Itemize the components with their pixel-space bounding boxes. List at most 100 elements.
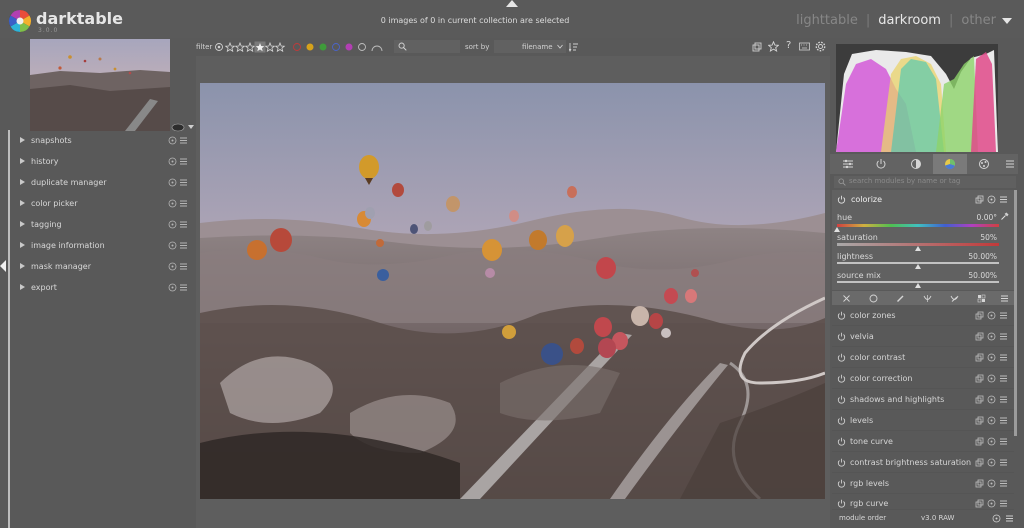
blend-off-icon[interactable] xyxy=(842,294,851,303)
slider-knob[interactable] xyxy=(915,246,921,251)
view-lighttable[interactable]: lighttable xyxy=(796,13,858,28)
module-color-picker[interactable]: color picker xyxy=(12,195,190,215)
module-tagging[interactable]: tagging xyxy=(12,216,190,236)
multi-instance-icon[interactable] xyxy=(975,437,984,446)
power-icon[interactable] xyxy=(837,395,846,404)
presets-menu-icon[interactable] xyxy=(999,395,1008,404)
multi-instance-icon[interactable] xyxy=(975,499,984,508)
power-icon[interactable] xyxy=(837,195,846,204)
view-other[interactable]: other xyxy=(961,13,996,28)
drawn-mask-icon[interactable] xyxy=(896,294,905,303)
module-velvia[interactable]: velvia xyxy=(832,327,1014,347)
power-icon[interactable] xyxy=(837,499,846,508)
power-icon[interactable] xyxy=(837,353,846,362)
module-tone-curve[interactable]: tone curve xyxy=(832,432,1014,452)
module-duplicate-manager[interactable]: duplicate manager xyxy=(12,174,190,194)
presets-menu-icon[interactable] xyxy=(999,374,1008,383)
color-picker-icon[interactable] xyxy=(1000,212,1009,221)
search-input[interactable] xyxy=(394,40,460,53)
module-shadows-and-highlights[interactable]: shadows and highlights xyxy=(832,390,1014,410)
reset-icon[interactable] xyxy=(168,178,177,187)
multi-instance-icon[interactable] xyxy=(975,395,984,404)
reset-icon[interactable] xyxy=(987,458,996,467)
power-icon[interactable] xyxy=(837,479,846,488)
slider-knob[interactable] xyxy=(834,227,840,232)
multi-instance-icon[interactable] xyxy=(975,374,984,383)
presets-menu-icon[interactable] xyxy=(1000,294,1009,303)
reset-icon[interactable] xyxy=(168,241,177,250)
effect-group-icon[interactable] xyxy=(978,158,990,170)
presets-menu-icon[interactable] xyxy=(999,479,1008,488)
presets-menu-icon[interactable] xyxy=(999,311,1008,320)
module-contrast-brightness-saturation[interactable]: contrast brightness saturation xyxy=(832,453,1014,473)
module-history[interactable]: history xyxy=(12,153,190,173)
presets-menu-icon[interactable] xyxy=(179,262,188,271)
color-label-filter-icon[interactable] xyxy=(292,41,388,53)
module-export[interactable]: export xyxy=(12,279,190,299)
multi-instance-icon[interactable] xyxy=(975,332,984,341)
parametric-mask-icon[interactable] xyxy=(923,294,932,303)
reset-icon[interactable] xyxy=(987,437,996,446)
slider-knob[interactable] xyxy=(915,283,921,288)
module-rgb-levels[interactable]: rgb levels xyxy=(832,474,1014,494)
display-profile-icon[interactable] xyxy=(752,42,762,52)
multi-instance-icon[interactable] xyxy=(975,311,984,320)
presets-menu-icon[interactable] xyxy=(179,283,188,292)
presets-menu-icon[interactable] xyxy=(1005,158,1015,170)
power-icon[interactable] xyxy=(837,332,846,341)
tab-color-active[interactable] xyxy=(933,154,967,174)
reset-icon[interactable] xyxy=(987,416,996,425)
reset-icon[interactable] xyxy=(168,262,177,271)
multi-instance-icon[interactable] xyxy=(975,416,984,425)
reset-icon[interactable] xyxy=(168,199,177,208)
reset-icon[interactable] xyxy=(987,195,996,204)
presets-menu-icon[interactable] xyxy=(999,499,1008,508)
multi-instance-icon[interactable] xyxy=(975,458,984,467)
reset-icon[interactable] xyxy=(987,353,996,362)
module-levels[interactable]: levels xyxy=(832,411,1014,431)
navigation-thumbnail[interactable] xyxy=(30,39,170,131)
gear-icon[interactable] xyxy=(815,41,826,52)
presets-menu-icon[interactable] xyxy=(999,437,1008,446)
presets-menu-icon[interactable] xyxy=(179,157,188,166)
reset-icon[interactable] xyxy=(168,136,177,145)
uniform-blend-icon[interactable] xyxy=(869,294,878,303)
keyboard-shortcuts-icon[interactable] xyxy=(799,42,810,51)
reset-icon[interactable] xyxy=(987,311,996,320)
star-icon[interactable] xyxy=(768,41,779,52)
left-panel-toggle-icon[interactable] xyxy=(0,260,6,272)
presets-menu-icon[interactable] xyxy=(179,199,188,208)
presets-menu-icon[interactable] xyxy=(999,332,1008,341)
reset-icon[interactable] xyxy=(987,332,996,341)
module-order-value[interactable]: v3.0 RAW xyxy=(921,514,954,522)
presets-menu-icon[interactable] xyxy=(999,416,1008,425)
sort-order-icon[interactable] xyxy=(569,42,579,52)
navigation-zoom-icon[interactable] xyxy=(170,123,196,132)
module-search-field[interactable]: search modules by name or tag xyxy=(834,176,1016,188)
drawn-parametric-mask-icon[interactable] xyxy=(950,294,959,303)
main-image[interactable] xyxy=(200,83,825,499)
presets-menu-icon[interactable] xyxy=(999,458,1008,467)
reset-icon[interactable] xyxy=(168,220,177,229)
raster-mask-icon[interactable] xyxy=(977,294,986,303)
reset-icon[interactable] xyxy=(168,157,177,166)
reset-icon[interactable] xyxy=(992,514,1001,523)
top-panel-toggle-icon[interactable] xyxy=(506,0,518,7)
histogram[interactable] xyxy=(836,44,998,152)
power-icon[interactable] xyxy=(837,374,846,383)
power-icon[interactable] xyxy=(837,437,846,446)
module-color-correction[interactable]: color correction xyxy=(832,369,1014,389)
module-image-information[interactable]: image information xyxy=(12,237,190,257)
multi-instance-icon[interactable] xyxy=(975,479,984,488)
power-icon[interactable] xyxy=(875,158,887,170)
basic-group-icon[interactable] xyxy=(910,158,922,170)
module-snapshots[interactable]: snapshots xyxy=(12,132,190,152)
power-icon[interactable] xyxy=(837,311,846,320)
reset-icon[interactable] xyxy=(987,479,996,488)
help-icon[interactable]: ? xyxy=(786,40,791,51)
chevron-down-icon[interactable] xyxy=(1002,18,1012,24)
sort-select[interactable]: filename xyxy=(494,40,566,53)
power-icon[interactable] xyxy=(837,458,846,467)
quick-access-icon[interactable] xyxy=(842,158,854,170)
module-color-contrast[interactable]: color contrast xyxy=(832,348,1014,368)
